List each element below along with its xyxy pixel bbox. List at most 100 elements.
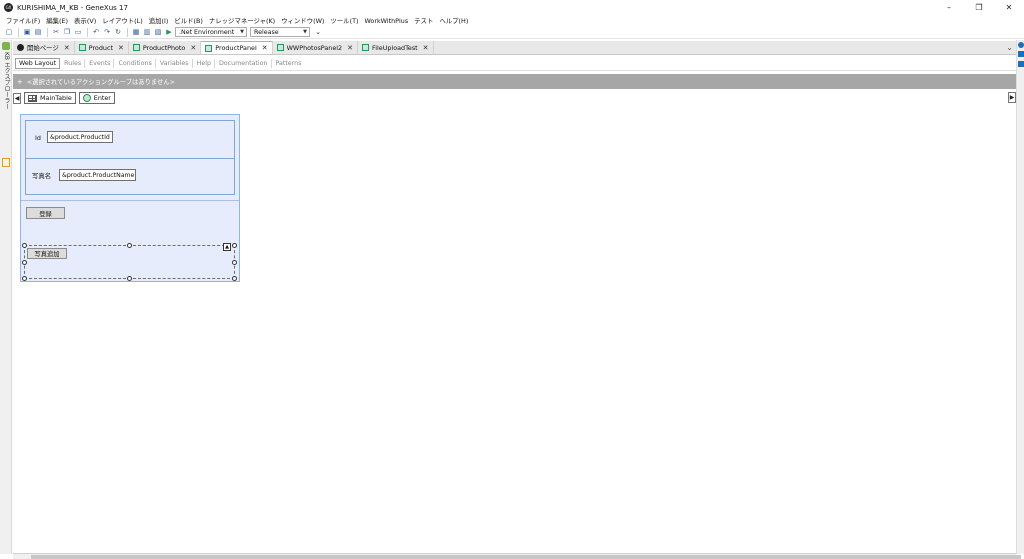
tab-rules[interactable]: Rules bbox=[61, 58, 86, 68]
menu-edit[interactable]: 編集(E) bbox=[46, 16, 68, 25]
menu-workwithplus[interactable]: WorkWithPlus bbox=[364, 17, 408, 25]
restore-button[interactable]: ❐ bbox=[964, 0, 994, 15]
save-all-icon[interactable]: ▤ bbox=[33, 27, 43, 37]
menu-window[interactable]: ウィンドウ(W) bbox=[281, 16, 324, 25]
resize-handle[interactable] bbox=[232, 260, 237, 265]
build-icon[interactable]: ▦ bbox=[131, 27, 141, 37]
toolbar-separator bbox=[47, 27, 48, 37]
window-title: KURISHIMA_M_KB - GeneXus 17 bbox=[17, 3, 128, 12]
menu-view[interactable]: 表示(V) bbox=[74, 16, 96, 25]
resize-handle[interactable] bbox=[232, 243, 237, 248]
paste-icon[interactable]: ▭ bbox=[73, 27, 83, 37]
menu-layout[interactable]: レイアウト(L) bbox=[102, 16, 143, 25]
toolbar-overflow-icon[interactable]: ⌄ bbox=[313, 27, 323, 37]
tab-help[interactable]: Help bbox=[194, 58, 215, 68]
save-icon[interactable]: ▣ bbox=[22, 27, 32, 37]
table-icon bbox=[28, 94, 37, 102]
inner-table[interactable]: Id &product.ProductId 写真名 &product.Produ… bbox=[25, 120, 235, 195]
close-icon[interactable]: ✕ bbox=[64, 44, 70, 52]
tab-start-page[interactable]: 開始ページ ✕ bbox=[13, 41, 75, 54]
kb-explorer-label[interactable]: KB エクスプローラー bbox=[2, 52, 11, 110]
close-icon[interactable]: ✕ bbox=[190, 44, 196, 52]
resize-handle[interactable] bbox=[127, 243, 132, 248]
new-object-icon[interactable]: ▢ bbox=[4, 27, 14, 37]
close-icon[interactable]: ✕ bbox=[423, 44, 429, 52]
tab-label: 開始ページ bbox=[27, 44, 59, 52]
tab-variables[interactable]: Variables bbox=[157, 58, 193, 68]
close-window-button[interactable]: ✕ bbox=[994, 0, 1024, 15]
register-button[interactable]: 登録 bbox=[26, 207, 65, 219]
resize-handle[interactable] bbox=[232, 276, 237, 281]
add-photo-button[interactable]: 写真追加 bbox=[27, 248, 67, 259]
menu-knowledge-manager[interactable]: ナレッジマネージャ(K) bbox=[209, 16, 275, 25]
expand-icon[interactable]: + bbox=[17, 78, 23, 86]
close-icon[interactable]: ✕ bbox=[118, 44, 124, 52]
kb-explorer-icon[interactable] bbox=[2, 42, 10, 50]
cut-icon[interactable]: ✂ bbox=[51, 27, 61, 37]
toolbar: ▢ ▣ ▤ ✂ ❐ ▭ ↶ ↷ ↻ ▦ ▥ ▧ ▶ .Net Environme… bbox=[0, 26, 1024, 39]
output-icon[interactable] bbox=[1018, 61, 1024, 67]
chart-icon[interactable]: ▧ bbox=[153, 27, 163, 37]
horizontal-scrollbar[interactable] bbox=[13, 553, 1021, 559]
menu-build[interactable]: ビルド(B) bbox=[174, 16, 203, 25]
menu-test[interactable]: テスト bbox=[414, 16, 433, 25]
play-icon[interactable]: ▶ bbox=[164, 27, 174, 37]
menu-help[interactable]: ヘルプ(H) bbox=[439, 16, 468, 25]
tab-product[interactable]: Product ✕ bbox=[74, 41, 129, 54]
tab-events[interactable]: Events bbox=[86, 58, 115, 68]
preferences-icon[interactable] bbox=[1018, 51, 1024, 57]
toolbar-separator bbox=[127, 27, 128, 37]
configuration-value: Release bbox=[254, 28, 279, 36]
main-table[interactable]: Id &product.ProductId 写真名 &product.Produ… bbox=[20, 114, 240, 282]
right-panel-strip bbox=[1016, 40, 1024, 554]
transaction-icon bbox=[78, 44, 86, 51]
table-row-divider bbox=[21, 200, 239, 201]
object-part-tabs: Web Layout Rules Events Conditions Varia… bbox=[13, 56, 1016, 71]
scrollbar-thumb[interactable] bbox=[31, 555, 1021, 559]
enter-breadcrumb[interactable]: Enter bbox=[78, 92, 115, 104]
resize-handle[interactable] bbox=[127, 276, 132, 281]
tab-productphoto[interactable]: ProductPhoto ✕ bbox=[128, 41, 202, 54]
left-panel-strip: KB エクスプローラー bbox=[0, 40, 12, 554]
tab-fileuploadtest[interactable]: FileUploadTest ✕ bbox=[358, 41, 434, 54]
tab-wwphotospanel2[interactable]: WWPhotosPanel2 ✕ bbox=[272, 41, 358, 54]
genexus-icon bbox=[17, 44, 24, 51]
menu-insert[interactable]: 追加(I) bbox=[149, 16, 169, 25]
redo-icon[interactable]: ↷ bbox=[102, 27, 112, 37]
menu-tools[interactable]: ツール(T) bbox=[330, 16, 358, 25]
close-icon[interactable]: ✕ bbox=[347, 44, 353, 52]
id-label[interactable]: Id bbox=[35, 134, 41, 142]
tab-patterns[interactable]: Patterns bbox=[273, 59, 305, 68]
undo-icon[interactable]: ↶ bbox=[91, 27, 101, 37]
resize-handle[interactable] bbox=[22, 260, 27, 265]
photo-name-label[interactable]: 写真名 bbox=[32, 171, 51, 180]
action-group-bar[interactable]: + <選択されているアクショングループはありません> bbox=[13, 74, 1016, 89]
refresh-icon[interactable]: ↻ bbox=[113, 27, 123, 37]
tab-label: WWPhotosPanel2 bbox=[286, 43, 343, 52]
panel-icon bbox=[205, 44, 213, 52]
run-icon[interactable]: ▥ bbox=[142, 27, 152, 37]
product-name-field[interactable]: &product.ProductName bbox=[59, 169, 136, 181]
environment-value: .Net Environment bbox=[179, 28, 235, 36]
toolbox-icon[interactable] bbox=[2, 158, 10, 167]
tab-web-layout[interactable]: Web Layout bbox=[15, 57, 61, 69]
select-parent-icon[interactable]: ▲ bbox=[223, 243, 231, 251]
menu-file[interactable]: ファイル(F) bbox=[6, 16, 40, 25]
resize-handle[interactable] bbox=[22, 276, 27, 281]
configuration-select[interactable]: Release ▼ bbox=[250, 27, 310, 37]
tab-conditions[interactable]: Conditions bbox=[115, 58, 156, 68]
chevron-right-icon[interactable]: ▶ bbox=[1008, 92, 1016, 103]
chevron-left-icon[interactable]: ◀ bbox=[13, 92, 21, 104]
tab-overflow-icon[interactable]: ⌄ bbox=[1006, 43, 1013, 52]
maintable-breadcrumb[interactable]: MainTable bbox=[24, 92, 76, 104]
resize-handle[interactable] bbox=[22, 243, 27, 248]
toolbar-separator bbox=[87, 27, 88, 37]
close-icon[interactable]: ✕ bbox=[262, 44, 268, 52]
environment-select[interactable]: .Net Environment ▼ bbox=[175, 27, 247, 37]
tab-documentation[interactable]: Documentation bbox=[216, 58, 272, 68]
copy-icon[interactable]: ❐ bbox=[62, 27, 72, 37]
tab-productpanel[interactable]: ProductPanel ✕ bbox=[201, 41, 273, 54]
minimize-button[interactable]: – bbox=[934, 0, 964, 15]
properties-icon[interactable] bbox=[1018, 42, 1024, 48]
product-id-field[interactable]: &product.ProductId bbox=[47, 131, 113, 143]
